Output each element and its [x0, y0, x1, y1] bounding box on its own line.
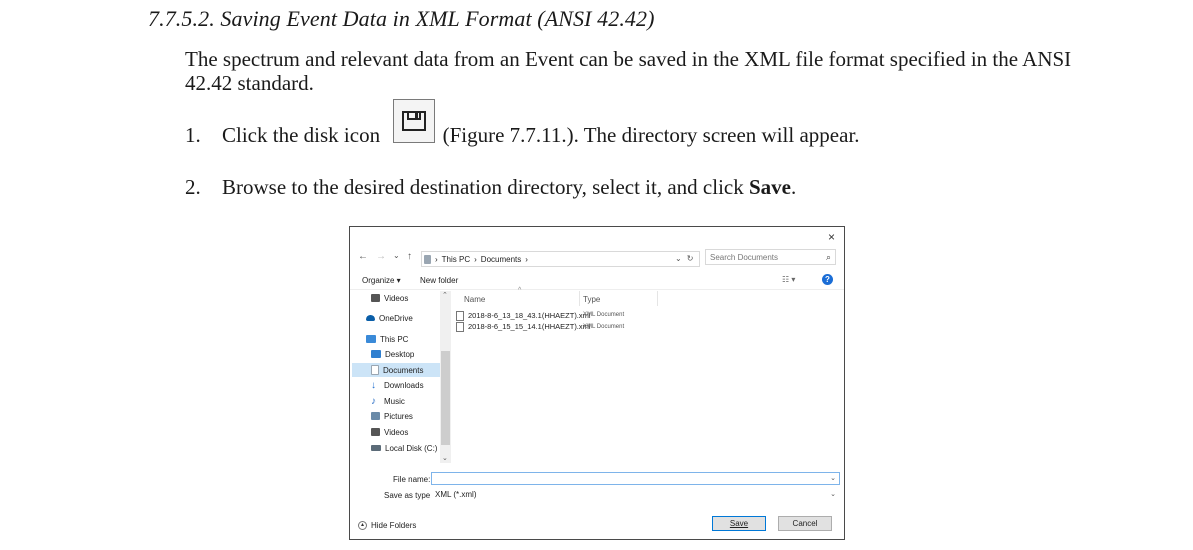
- step-number: 1.: [185, 123, 201, 147]
- sidebar-item-onedrive[interactable]: OneDrive: [366, 311, 413, 325]
- save-button[interactable]: Save: [712, 516, 766, 531]
- chevron-down-icon[interactable]: ⌄: [830, 474, 836, 482]
- new-folder-button[interactable]: New folder: [420, 276, 458, 285]
- sidebar-item-label: Videos: [384, 427, 409, 437]
- document-icon: [424, 254, 431, 264]
- file-type: XML Document: [583, 324, 625, 330]
- sidebar-item-videos[interactable]: Videos: [371, 291, 408, 305]
- navigation-pane: Videos OneDrive This PC Desktop Document…: [350, 291, 450, 463]
- column-header-type[interactable]: Type: [583, 295, 600, 304]
- breadcrumb-documents[interactable]: Documents: [481, 255, 521, 264]
- sidebar-item-videos-2[interactable]: Videos: [371, 425, 408, 439]
- sidebar-item-label: Downloads: [384, 380, 424, 390]
- pictures-icon: [371, 412, 380, 420]
- hide-folders-label: Hide Folders: [371, 521, 417, 530]
- document-icon: [371, 365, 379, 375]
- file-type: XML Document: [583, 312, 625, 318]
- scroll-up-icon[interactable]: ⌃: [442, 291, 448, 299]
- music-icon: ♪: [371, 395, 376, 407]
- step-text: (Figure 7.7.11.). The directory screen w…: [442, 123, 860, 147]
- video-icon: [371, 294, 380, 302]
- computer-icon: [366, 335, 376, 343]
- search-icon[interactable]: ⌕: [826, 252, 831, 263]
- sidebar-item-label: Documents: [383, 365, 424, 375]
- file-name: 2018-8-6_13_18_43.1(HHAEZT).xml: [468, 311, 591, 320]
- section-heading: 7.7.5.2. Saving Event Data in XML Format…: [148, 6, 655, 31]
- intro-paragraph: The spectrum and relevant data from an E…: [185, 47, 1072, 95]
- sidebar-item-desktop[interactable]: Desktop: [371, 347, 414, 361]
- save-as-type-label: Save as type:: [384, 491, 433, 500]
- up-icon[interactable]: ↑: [407, 251, 412, 262]
- file-icon: [456, 321, 464, 332]
- breadcrumb-this-pc[interactable]: This PC: [442, 255, 470, 264]
- breadcrumb-separator: ›: [474, 254, 477, 264]
- step-bold-save: Save: [748, 175, 791, 199]
- step-text: Browse to the desired destination direct…: [222, 175, 749, 199]
- save-as-type-select[interactable]: XML (*.xml) ⌄: [431, 488, 840, 501]
- cancel-button-label: Cancel: [792, 519, 818, 528]
- sidebar-item-label: OneDrive: [379, 313, 413, 323]
- file-name-field[interactable]: ⌄: [431, 472, 840, 485]
- download-icon: ↓: [371, 379, 376, 391]
- file-row[interactable]: 2018-8-6_13_18_43.1(HHAEZT).xml: [456, 310, 591, 321]
- scrollbar-thumb[interactable]: [441, 351, 450, 445]
- file-list: ^ Name Type 2018-8-6_13_18_43.1(HHAEZT).…: [452, 287, 842, 463]
- chevron-down-icon[interactable]: ⌄: [830, 490, 836, 498]
- column-header-name[interactable]: Name: [464, 295, 485, 304]
- video-icon: [371, 428, 380, 436]
- sidebar-item-pictures[interactable]: Pictures: [371, 409, 413, 423]
- breadcrumb-separator: ›: [525, 254, 528, 264]
- scroll-down-icon[interactable]: ⌄: [442, 454, 448, 462]
- refresh-icon[interactable]: ↻: [687, 254, 694, 263]
- file-icon: [456, 310, 464, 321]
- search-placeholder: Search Documents: [710, 252, 779, 262]
- sidebar-item-label: This PC: [380, 334, 409, 344]
- file-name: 2018-8-6_15_15_14.1(HHAEZT).xml: [468, 322, 591, 331]
- column-divider[interactable]: [657, 291, 658, 306]
- save-dialog: × ← → ⌄ ↑ › This PC › Documents › ⌄ ↻ Se…: [349, 226, 845, 540]
- search-input[interactable]: Search Documents ⌕: [705, 249, 836, 265]
- sidebar-item-label: Local Disk (C:): [385, 443, 438, 453]
- disk-drive-icon: [371, 445, 381, 451]
- sidebar-item-label: Desktop: [385, 349, 415, 359]
- toolbar: Organize ▾ New folder ☷ ▾: [350, 273, 844, 290]
- step-number: 2.: [185, 175, 201, 199]
- desktop-icon: [371, 350, 381, 358]
- sidebar-item-this-pc[interactable]: This PC: [366, 332, 408, 346]
- sidebar-item-documents[interactable]: Documents: [352, 363, 445, 377]
- save-as-type-value: XML (*.xml): [435, 490, 477, 499]
- view-options-icon[interactable]: ☷ ▾: [782, 275, 795, 284]
- back-icon[interactable]: ←: [358, 251, 368, 262]
- close-icon[interactable]: ×: [828, 230, 835, 244]
- sidebar-item-downloads[interactable]: ↓ Downloads: [371, 378, 424, 392]
- save-button-label: Save: [729, 519, 749, 528]
- address-bar[interactable]: › This PC › Documents ›: [421, 251, 700, 267]
- address-dropdown-icon[interactable]: ⌄: [675, 254, 682, 263]
- sidebar-item-music[interactable]: ♪ Music: [371, 394, 405, 408]
- file-row[interactable]: 2018-8-6_15_15_14.1(HHAEZT).xml: [456, 321, 591, 332]
- forward-icon[interactable]: →: [376, 251, 386, 262]
- cloud-icon: [366, 315, 375, 321]
- disk-icon: [393, 99, 435, 143]
- organize-button[interactable]: Organize ▾: [362, 276, 401, 285]
- breadcrumb-separator: ›: [435, 254, 438, 264]
- collapse-icon: ▴: [358, 521, 367, 530]
- step-period: .: [790, 175, 797, 199]
- sidebar-item-local-disk[interactable]: Local Disk (C:): [371, 441, 437, 455]
- recent-dropdown-icon[interactable]: ⌄: [393, 251, 400, 260]
- sidebar-item-label: Music: [384, 396, 405, 406]
- file-name-label: File name:: [393, 475, 431, 484]
- sidebar-item-label: Pictures: [384, 411, 413, 421]
- step-text: Click the disk icon: [222, 123, 381, 147]
- hide-folders-button[interactable]: ▴ Hide Folders: [358, 521, 416, 530]
- column-divider[interactable]: [579, 291, 580, 306]
- sidebar-item-label: Videos: [384, 293, 409, 303]
- help-icon[interactable]: ?: [822, 274, 833, 285]
- cancel-button[interactable]: Cancel: [778, 516, 832, 531]
- sort-arrow-icon: ^: [518, 287, 522, 294]
